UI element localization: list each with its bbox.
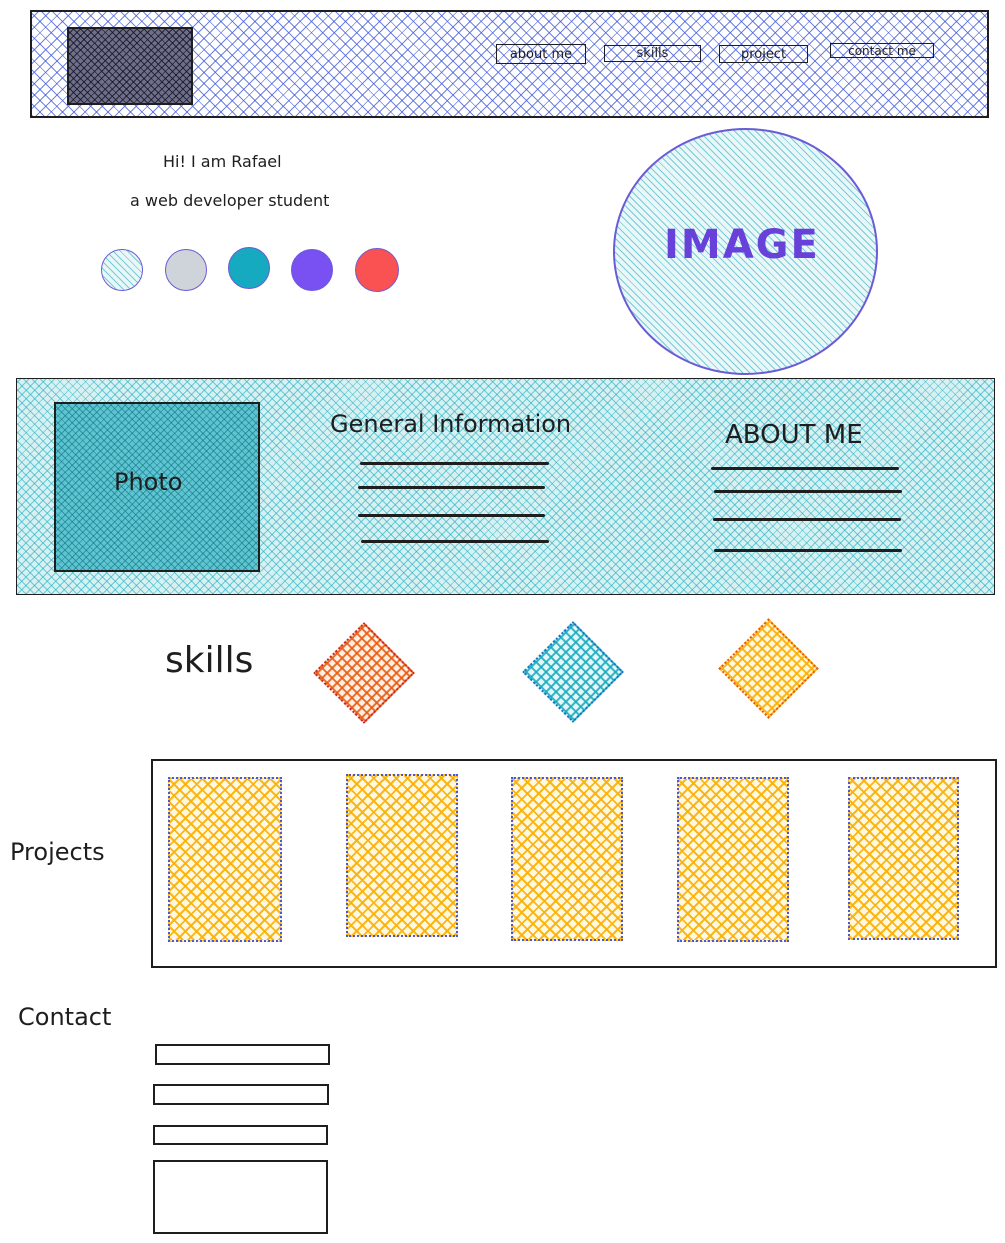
skill-diamond-3[interactable] [718, 618, 819, 719]
nav-project-button[interactable]: project [719, 45, 808, 63]
about-line-2 [714, 490, 902, 493]
nav-contact-me-button[interactable]: contact me [830, 43, 934, 58]
project-card-2[interactable] [346, 774, 458, 937]
project-card-4[interactable] [677, 777, 789, 942]
about-line-3 [713, 518, 901, 521]
general-info-line-2 [358, 486, 545, 489]
color-dot-1[interactable] [101, 249, 143, 291]
photo-label: Photo [114, 468, 183, 496]
hero-subtitle: a web developer student [130, 191, 330, 210]
color-dot-3[interactable] [228, 247, 270, 289]
logo-placeholder[interactable] [67, 27, 193, 105]
about-me-title: ABOUT ME [725, 420, 863, 450]
contact-message-textarea[interactable] [153, 1160, 328, 1234]
skills-title: skills [165, 640, 254, 681]
contact-email-input[interactable] [153, 1084, 329, 1105]
hero-greeting: Hi! I am Rafael [163, 152, 282, 171]
project-card-3[interactable] [511, 777, 623, 941]
project-card-1[interactable] [168, 777, 282, 942]
general-information-title: General Information [330, 410, 572, 438]
project-card-5[interactable] [848, 777, 959, 940]
contact-subject-input[interactable] [153, 1125, 328, 1145]
projects-title: Projects [10, 838, 105, 866]
contact-title: Contact [18, 1003, 112, 1031]
nav-skills-button[interactable]: skills [604, 45, 701, 62]
nav-about-me-button[interactable]: about me [496, 44, 586, 64]
color-dot-4[interactable] [291, 249, 333, 291]
skill-diamond-1[interactable] [313, 622, 415, 724]
general-info-line-3 [358, 514, 545, 517]
about-line-4 [714, 549, 902, 552]
color-dot-2[interactable] [165, 249, 207, 291]
color-dot-5[interactable] [355, 248, 399, 292]
general-info-line-1 [360, 462, 549, 465]
hero-image-label: IMAGE [664, 222, 820, 268]
skill-diamond-2[interactable] [522, 621, 624, 723]
general-info-line-4 [361, 540, 549, 543]
about-line-1 [711, 467, 899, 470]
contact-name-input[interactable] [155, 1044, 330, 1065]
